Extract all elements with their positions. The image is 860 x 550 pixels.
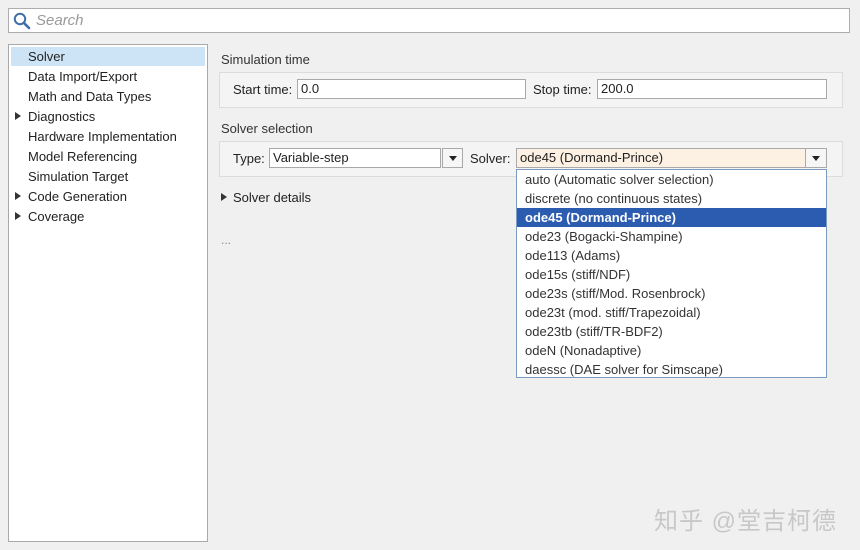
type-select[interactable]: Variable-step (269, 148, 441, 168)
tree-item-label: Data Import/Export (28, 69, 138, 84)
expand-arrow-icon[interactable] (221, 193, 227, 201)
solver-select[interactable]: ode45 (Dormand-Prince) (516, 148, 827, 168)
solver-option[interactable]: ode23s (stiff/Mod. Rosenbrock) (517, 284, 826, 303)
solver-option[interactable]: ode23 (Bogacki-Shampine) (517, 227, 826, 246)
solver-option[interactable]: auto (Automatic solver selection) (517, 170, 826, 189)
solver-dropdown-list[interactable]: auto (Automatic solver selection) discre… (516, 169, 827, 378)
type-select-value: Variable-step (273, 150, 349, 165)
solver-option[interactable]: daessc (DAE solver for Simscape) (517, 360, 826, 379)
start-time-label: Start time: (233, 82, 293, 97)
expand-arrow-icon[interactable] (15, 112, 21, 120)
simulation-time-title: Simulation time (221, 52, 310, 67)
search-icon (13, 12, 31, 30)
expand-arrow-icon[interactable] (15, 192, 21, 200)
solver-option[interactable]: ode15s (stiff/NDF) (517, 265, 826, 284)
solver-details-toggle[interactable]: Solver details (233, 190, 311, 205)
expand-arrow-icon[interactable] (15, 212, 21, 220)
watermark: 知乎 @堂吉柯德 (654, 508, 838, 535)
start-time-input[interactable]: 0.0 (297, 79, 526, 99)
tree-item-label: Model Referencing (28, 149, 138, 164)
solver-option-selected[interactable]: ode45 (Dormand-Prince) (517, 208, 826, 227)
stop-time-label: Stop time: (533, 82, 592, 97)
tree-item-label: Code Generation (28, 189, 128, 204)
search-bar[interactable]: Search (8, 8, 850, 33)
stop-time-input[interactable]: 200.0 (597, 79, 827, 99)
type-label: Type: (233, 151, 265, 166)
solver-option[interactable]: discrete (no continuous states) (517, 189, 826, 208)
tree-item-label: Hardware Implementation (28, 129, 177, 144)
chevron-down-icon (449, 156, 457, 161)
ellipsis-text: ... (221, 233, 232, 247)
solver-option[interactable]: ode23tb (stiff/TR-BDF2) (517, 322, 826, 341)
search-placeholder: Search (36, 12, 84, 29)
tree-item-label: Solver (28, 49, 65, 64)
tree-item-label: Coverage (28, 209, 85, 224)
solver-select-value: ode45 (Dormand-Prince) (520, 150, 664, 165)
type-dropdown-button[interactable] (442, 148, 463, 168)
solver-option[interactable]: odeN (Nonadaptive) (517, 341, 826, 360)
tree-item-solver[interactable]: Solver (11, 47, 205, 66)
tree-item-label: Simulation Target (28, 169, 129, 184)
tree-item-label: Diagnostics (28, 109, 96, 124)
config-tree: Solver Data Import/Export Math and Data … (8, 44, 208, 542)
solver-option[interactable]: ode23t (mod. stiff/Trapezoidal) (517, 303, 826, 322)
tree-item-label: Math and Data Types (28, 89, 152, 104)
solver-label: Solver: (470, 151, 511, 166)
solver-option[interactable]: ode113 (Adams) (517, 246, 826, 265)
chevron-down-icon (812, 156, 820, 161)
solver-selection-title: Solver selection (221, 121, 313, 136)
solver-dropdown-button[interactable] (805, 149, 826, 167)
